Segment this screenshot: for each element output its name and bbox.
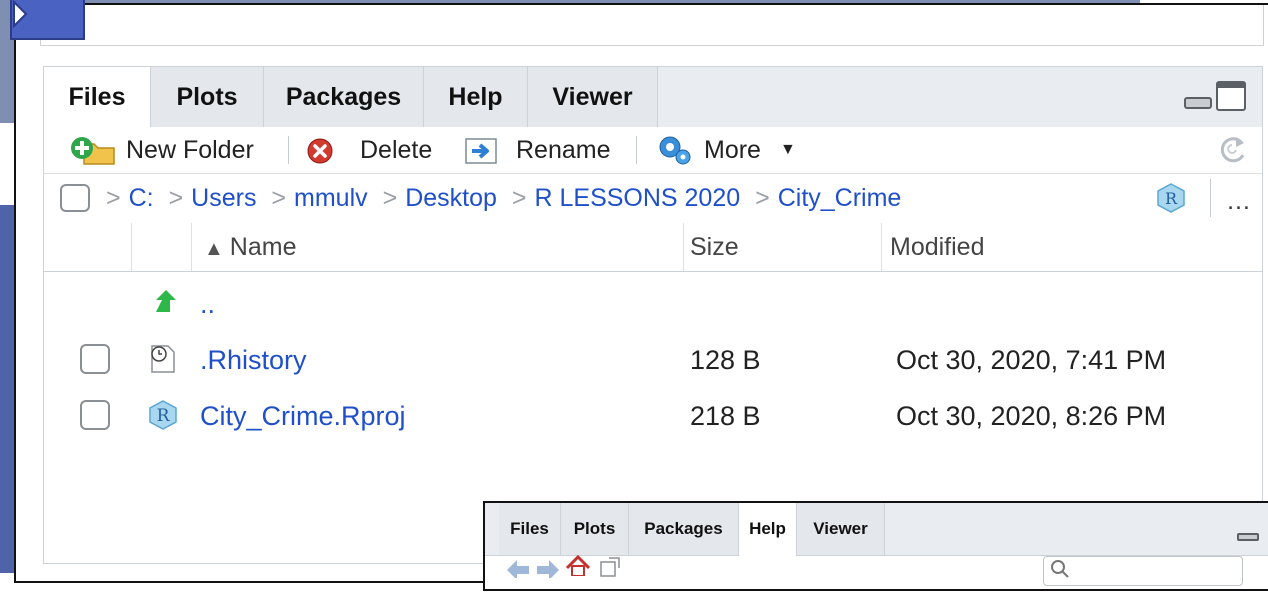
- more-label: More: [704, 136, 761, 164]
- parent-directory-link[interactable]: ..: [200, 276, 215, 332]
- table-row[interactable]: R City_Crime.Rproj 218 B Oct 30, 2020, 8…: [44, 388, 1262, 444]
- breadcrumb-item[interactable]: Users: [191, 184, 256, 212]
- breadcrumb-divider: [1210, 179, 1211, 217]
- svg-text:R: R: [157, 406, 171, 426]
- new-folder-icon: [71, 137, 115, 165]
- file-modified: Oct 30, 2020, 8:26 PM: [896, 401, 1167, 431]
- breadcrumb-more-button[interactable]: …: [1226, 173, 1251, 229]
- popout-icon[interactable]: [597, 556, 623, 578]
- slide-arrow-tab: [10, 0, 85, 40]
- back-arrow-icon[interactable]: [505, 558, 531, 578]
- sort-ascending-icon: ▲: [204, 238, 224, 260]
- table-row[interactable]: .Rhistory 128 B Oct 30, 2020, 7:41 PM: [44, 332, 1262, 388]
- file-name-link[interactable]: City_Crime.Rproj: [200, 388, 406, 444]
- project-home-icon[interactable]: R: [1155, 182, 1187, 214]
- tab-plots[interactable]: Plots: [561, 503, 629, 555]
- pane-window-controls: [1184, 81, 1246, 113]
- delete-icon: [307, 138, 333, 164]
- up-arrow-icon: [156, 290, 176, 312]
- files-pane: Files Plots Packages Help Viewer New Fol…: [43, 66, 1263, 564]
- breadcrumb-item[interactable]: Desktop: [405, 184, 497, 212]
- rproj-file-icon: R: [149, 400, 177, 430]
- file-size: 218 B: [690, 401, 761, 431]
- header-checkbox-column: [44, 223, 132, 271]
- help-pane: Files Plots Packages Help Viewer: [483, 501, 1268, 591]
- breadcrumb-separator-icon: >: [382, 184, 398, 212]
- pane-tabbar: Files Plots Packages Help Viewer: [44, 67, 1262, 128]
- breadcrumb-separator-icon: >: [755, 184, 770, 212]
- toolbar-divider: [288, 136, 289, 164]
- tab-help[interactable]: Help: [424, 67, 528, 127]
- files-toolbar: New Folder Delete Rename More ▼: [44, 127, 1262, 174]
- file-name-link[interactable]: .Rhistory: [200, 332, 307, 388]
- breadcrumb-item[interactable]: City_Crime: [778, 184, 902, 212]
- breadcrumb-item[interactable]: C:: [129, 184, 154, 212]
- help-search-input[interactable]: [1043, 556, 1243, 586]
- search-icon: [1051, 560, 1069, 578]
- breadcrumb-path: > C: > Users > mmulv > Desktop > R LESSONS 20…: [98, 173, 901, 223]
- tab-files[interactable]: Files: [499, 503, 561, 555]
- breadcrumb-item[interactable]: mmulv: [294, 184, 368, 212]
- rename-icon: [465, 138, 497, 164]
- tab-files[interactable]: Files: [44, 67, 151, 128]
- row-checkbox[interactable]: [80, 344, 110, 374]
- breadcrumb-separator-icon: >: [106, 184, 121, 212]
- size-column-header[interactable]: Size: [684, 223, 882, 271]
- row-checkbox[interactable]: [80, 400, 110, 430]
- play-arrow-icon: [13, 0, 28, 29]
- name-column-header[interactable]: ▲ Name: [192, 223, 684, 271]
- name-column-label: Name: [229, 233, 297, 261]
- delete-label: Delete: [360, 136, 433, 164]
- select-all-checkbox[interactable]: [60, 184, 90, 212]
- file-list-header: ▲ Name Size Modified: [44, 223, 1262, 272]
- minimize-pane-button[interactable]: [1184, 97, 1212, 109]
- tab-packages[interactable]: Packages: [629, 503, 739, 555]
- tab-viewer[interactable]: Viewer: [528, 67, 658, 127]
- breadcrumb-item[interactable]: R LESSONS 2020: [534, 184, 740, 212]
- rename-label: Rename: [516, 136, 611, 164]
- maximize-pane-button[interactable]: [1216, 81, 1246, 111]
- file-size: 128 B: [690, 345, 761, 375]
- refresh-icon[interactable]: [1218, 133, 1248, 167]
- background-left-lower: [0, 205, 14, 573]
- file-modified: Oct 30, 2020, 7:41 PM: [896, 345, 1167, 375]
- list-item[interactable]: ..: [44, 276, 1262, 332]
- rstudio-window: Files Plots Packages Help Viewer New Fol…: [14, 3, 1268, 583]
- gear-icon: [659, 136, 691, 165]
- minimize-pane-button[interactable]: [1237, 533, 1259, 541]
- tab-help[interactable]: Help: [739, 503, 797, 556]
- toolbar-divider: [636, 136, 637, 164]
- tab-viewer[interactable]: Viewer: [797, 503, 885, 555]
- chevron-down-icon: ▼: [780, 141, 796, 158]
- tab-plots[interactable]: Plots: [151, 67, 264, 127]
- svg-text:R: R: [1165, 189, 1178, 208]
- new-folder-label: New Folder: [126, 136, 254, 164]
- breadcrumb: > C: > Users > mmulv > Desktop > R LESSONS 20…: [44, 173, 1262, 224]
- help-toolbar: [485, 554, 1268, 596]
- forward-arrow-icon[interactable]: [535, 558, 561, 578]
- help-pane-tabbar: Files Plots Packages Help Viewer: [485, 503, 1268, 556]
- header-icon-column: [132, 223, 192, 271]
- modified-column-header[interactable]: Modified: [882, 223, 1262, 271]
- breadcrumb-separator-icon: >: [271, 184, 287, 212]
- history-file-icon: [151, 345, 175, 373]
- tab-packages[interactable]: Packages: [264, 67, 424, 127]
- breadcrumb-separator-icon: >: [511, 184, 527, 212]
- breadcrumb-separator-icon: >: [168, 184, 184, 212]
- upper-pane: [40, 5, 1264, 46]
